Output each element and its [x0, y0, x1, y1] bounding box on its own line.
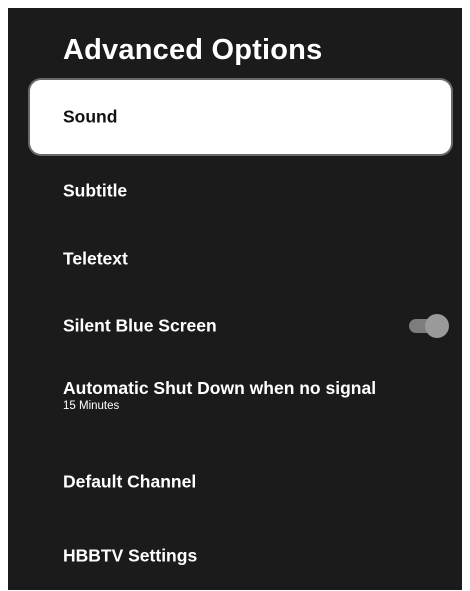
- menu-item-label: HBBTV Settings: [63, 545, 198, 566]
- menu-item-label: Default Channel: [63, 471, 197, 492]
- menu-item-hbbtv-settings[interactable]: HBBTV Settings: [30, 519, 451, 590]
- menu-item-label: Silent Blue Screen: [63, 315, 217, 336]
- menu-item-automatic-shut-down[interactable]: Automatic Shut Down when no signal 15 Mi…: [30, 362, 451, 436]
- menu-item-label: Sound: [63, 106, 118, 127]
- menu-item-silent-blue-screen[interactable]: Silent Blue Screen: [30, 289, 451, 363]
- menu-item-sound[interactable]: Sound: [30, 80, 451, 154]
- page-title: Advanced Options: [63, 34, 323, 66]
- menu-item-label: Subtitle: [63, 180, 128, 201]
- menu-item-label: Teletext: [63, 248, 128, 269]
- menu-item-sublabel: 15 Minutes: [63, 400, 120, 412]
- menu-item-teletext[interactable]: Teletext: [30, 222, 451, 296]
- menu-item-default-channel[interactable]: Default Channel: [30, 445, 451, 519]
- menu-item-subtitle[interactable]: Subtitle: [30, 154, 451, 228]
- menu-item-label: Automatic Shut Down when no signal: [63, 378, 377, 398]
- tv-settings-screen: Advanced Options Sound Subtitle Teletext…: [8, 8, 462, 590]
- silent-blue-screen-toggle[interactable]: [409, 314, 449, 338]
- toggle-knob: [425, 314, 449, 338]
